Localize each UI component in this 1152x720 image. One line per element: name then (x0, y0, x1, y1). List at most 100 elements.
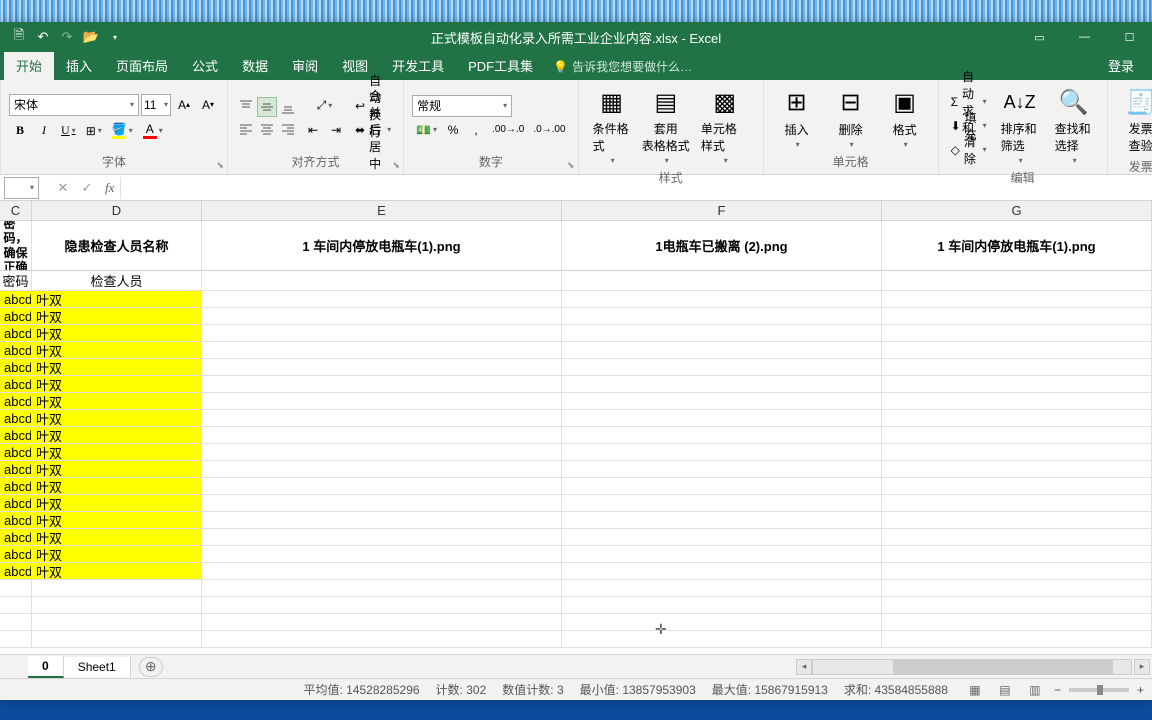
zoom-out-button[interactable]: − (1054, 683, 1061, 697)
subheader-C[interactable]: 密码 (0, 271, 32, 291)
add-sheet-button[interactable]: ⊕ (139, 657, 163, 677)
cell-password[interactable]: abcd (0, 427, 32, 444)
cell-empty[interactable] (202, 563, 562, 580)
decrease-indent-icon[interactable]: ⇤ (302, 119, 324, 141)
cell-empty[interactable] (882, 563, 1152, 580)
find-select-button[interactable]: 🔍查找和选择▾ (1049, 84, 1099, 167)
cell-empty[interactable] (882, 427, 1152, 444)
cell-inspector[interactable]: 叶双 (32, 563, 202, 580)
cell-empty[interactable] (882, 410, 1152, 427)
cell-empty[interactable] (562, 495, 882, 512)
cell-empty[interactable] (202, 359, 562, 376)
cell-password[interactable]: abcd (0, 495, 32, 512)
autosave-icon[interactable]: 🗎 (12, 30, 26, 44)
cell-empty[interactable] (562, 546, 882, 563)
cell-password[interactable]: abcd (0, 376, 32, 393)
cell-empty[interactable] (32, 614, 202, 631)
cell-empty[interactable] (882, 478, 1152, 495)
insert-cells-button[interactable]: ⊞插入▾ (772, 85, 822, 151)
cell-empty[interactable] (562, 393, 882, 410)
cell-empty[interactable] (202, 376, 562, 393)
login-button[interactable]: 登录 (1094, 51, 1148, 80)
redo-icon[interactable]: ↷ (60, 30, 74, 44)
subheader-F[interactable] (562, 271, 882, 291)
cell-empty[interactable] (882, 359, 1152, 376)
open-icon[interactable]: 📂 (84, 30, 98, 44)
minimize-button[interactable]: ― (1062, 22, 1107, 52)
cell-empty[interactable] (562, 291, 882, 308)
cell-empty[interactable] (562, 563, 882, 580)
subheader-D[interactable]: 检查人员 (32, 271, 202, 291)
cell-inspector[interactable]: 叶双 (32, 512, 202, 529)
maximize-button[interactable]: ☐ (1107, 22, 1152, 52)
align-middle-icon[interactable] (257, 97, 277, 117)
cell-empty[interactable] (882, 291, 1152, 308)
cell-empty[interactable] (882, 614, 1152, 631)
cell-empty[interactable] (562, 308, 882, 325)
cell-styles-button[interactable]: ▩单元格样式▾ (695, 84, 755, 167)
cell-inspector[interactable]: 叶双 (32, 410, 202, 427)
cell-empty[interactable] (562, 427, 882, 444)
cell-empty[interactable] (562, 512, 882, 529)
cell-empty[interactable] (882, 393, 1152, 410)
increase-decimal-icon[interactable]: .00→.0 (488, 119, 528, 141)
cell-empty[interactable] (562, 580, 882, 597)
zoom-in-button[interactable]: + (1137, 683, 1144, 697)
cell-inspector[interactable]: 叶双 (32, 308, 202, 325)
cell-inspector[interactable]: 叶双 (32, 529, 202, 546)
cell-empty[interactable] (202, 529, 562, 546)
qat-customize-icon[interactable]: ▾ (108, 30, 122, 44)
cell-empty[interactable] (562, 614, 882, 631)
tell-me-search[interactable]: 💡告诉我您想要做什么… (545, 53, 700, 80)
cell-empty[interactable] (202, 342, 562, 359)
undo-icon[interactable]: ↶ (36, 30, 50, 44)
cell-password[interactable]: abcd (0, 393, 32, 410)
merge-center-button[interactable]: ⬌合并后居中▾ (351, 119, 395, 141)
cell-inspector[interactable]: 叶双 (32, 495, 202, 512)
bold-button[interactable]: B (9, 120, 31, 142)
cell-empty[interactable] (882, 597, 1152, 614)
cell-empty[interactable] (32, 580, 202, 597)
font-name-combo[interactable]: 宋体▾ (9, 94, 139, 116)
cell-empty[interactable] (202, 444, 562, 461)
fx-icon[interactable]: fx (105, 180, 114, 196)
cell-inspector[interactable]: 叶双 (32, 427, 202, 444)
align-left-icon[interactable] (236, 119, 256, 139)
invoice-check-button[interactable]: 🧾发票 查验 (1116, 84, 1152, 156)
tab-formulas[interactable]: 公式 (180, 51, 230, 80)
hscroll-right-button[interactable]: ▸ (1134, 659, 1150, 675)
cell-empty[interactable] (0, 631, 32, 648)
tab-developer[interactable]: 开发工具 (380, 51, 456, 80)
align-launcher-icon[interactable]: ⬊ (393, 160, 401, 171)
align-center-icon[interactable] (257, 119, 277, 139)
cell-inspector[interactable]: 叶双 (32, 461, 202, 478)
font-launcher-icon[interactable]: ⬊ (216, 160, 224, 171)
cell-empty[interactable] (202, 427, 562, 444)
tab-page-layout[interactable]: 页面布局 (104, 51, 180, 80)
hscroll-thumb[interactable] (893, 660, 1113, 674)
ribbon-options-icon[interactable]: ▭ (1017, 22, 1062, 52)
hscroll-track[interactable] (812, 659, 1132, 675)
format-cells-button[interactable]: ▣格式▾ (880, 85, 930, 151)
cancel-formula-icon[interactable]: ✕ (51, 177, 75, 199)
cell-empty[interactable] (562, 359, 882, 376)
cell-empty[interactable] (32, 597, 202, 614)
cell-empty[interactable] (202, 631, 562, 648)
cell-empty[interactable] (202, 308, 562, 325)
align-bottom-icon[interactable] (278, 97, 298, 117)
cell-inspector[interactable]: 叶双 (32, 478, 202, 495)
tab-home[interactable]: 开始 (4, 51, 54, 80)
cell-empty[interactable] (562, 410, 882, 427)
number-format-combo[interactable]: 常规▾ (412, 95, 512, 117)
cell-inspector[interactable]: 叶双 (32, 359, 202, 376)
font-color-button[interactable]: A▾ (139, 120, 167, 142)
cell-password[interactable]: abcd (0, 444, 32, 461)
col-header-D[interactable]: D (32, 201, 202, 220)
view-normal-icon[interactable]: ▦ (964, 681, 986, 699)
orientation-icon[interactable]: ⤢▾ (302, 95, 347, 117)
view-page-layout-icon[interactable]: ▤ (994, 681, 1016, 699)
decrease-font-icon[interactable]: A▾ (197, 94, 219, 116)
fill-color-button[interactable]: 🪣▾ (108, 120, 137, 142)
cell-empty[interactable] (202, 410, 562, 427)
delete-cells-button[interactable]: ⊟删除▾ (826, 85, 876, 151)
